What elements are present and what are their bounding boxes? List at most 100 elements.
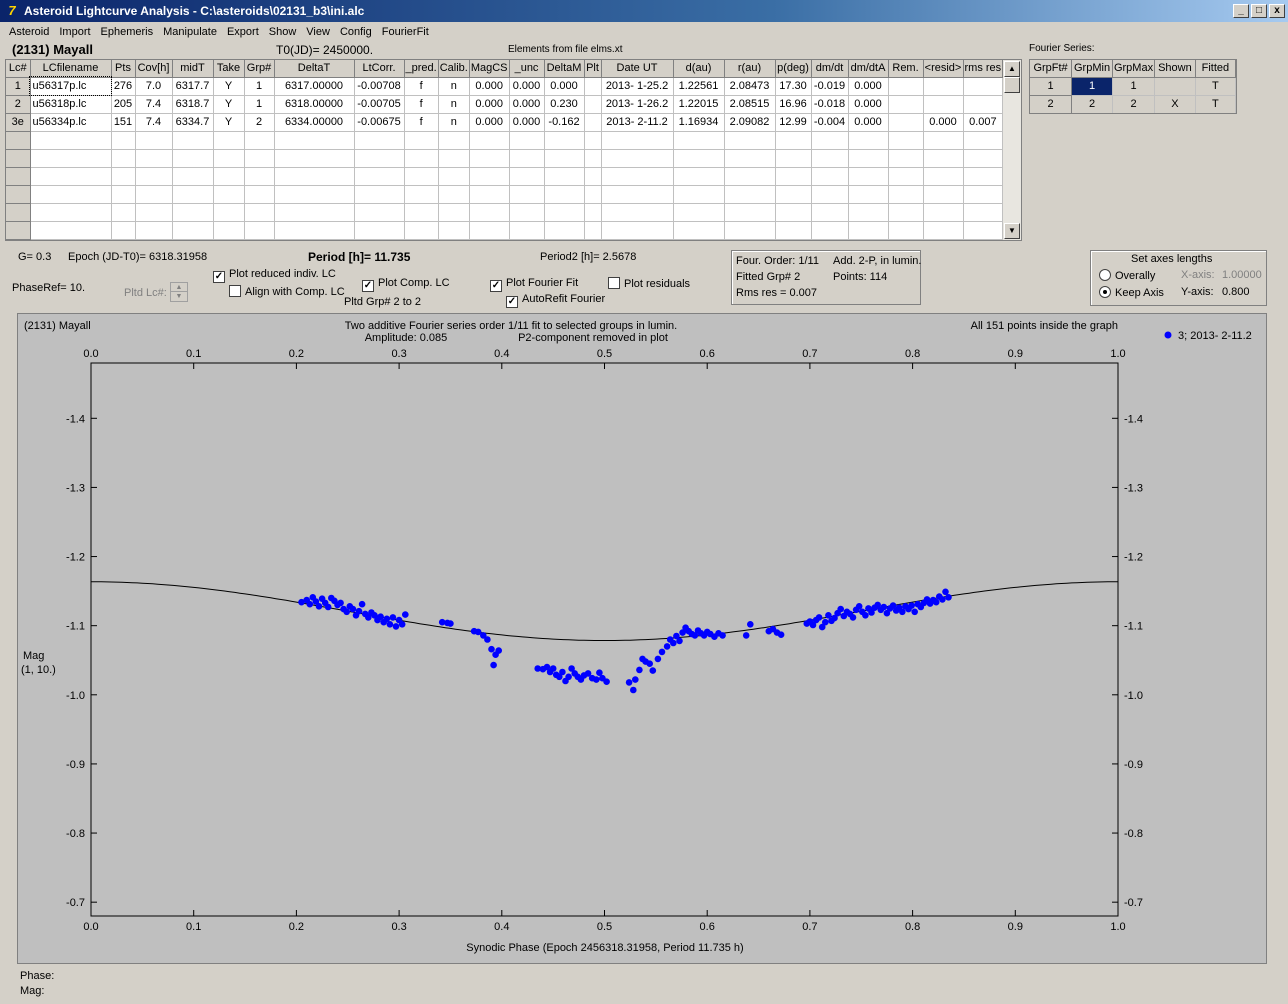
plot-reduced-checkbox[interactable]: ✓ Plot reduced indiv. LC — [213, 268, 336, 283]
table-cell[interactable]: u56318p.lc — [30, 95, 112, 114]
table-cell[interactable] — [584, 185, 602, 204]
empty-row[interactable] — [6, 185, 1004, 204]
table-cell[interactable] — [963, 167, 1004, 186]
table-cell[interactable]: 0.007 — [963, 113, 1004, 132]
table-cell[interactable]: f — [404, 77, 439, 96]
table-cell[interactable] — [30, 203, 112, 222]
table-cell[interactable] — [469, 221, 510, 240]
table-cell[interactable]: 6334.00000 — [274, 113, 355, 132]
fourier-cell[interactable] — [1154, 77, 1196, 96]
table-cell[interactable]: 6317.00000 — [274, 77, 355, 96]
fourier-cell[interactable]: T — [1195, 95, 1236, 113]
table-cell[interactable] — [888, 167, 924, 186]
table-cell[interactable] — [244, 221, 275, 240]
table-cell[interactable]: 0.000 — [923, 113, 964, 132]
column-header[interactable]: midT — [172, 60, 214, 78]
table-cell[interactable] — [888, 185, 924, 204]
table-cell[interactable] — [404, 185, 439, 204]
maximize-button[interactable]: □ — [1251, 4, 1267, 18]
table-cell[interactable]: 1.16934 — [673, 113, 725, 132]
table-cell[interactable] — [244, 203, 275, 222]
table-cell[interactable] — [354, 221, 405, 240]
table-cell[interactable] — [848, 167, 889, 186]
lightcurve-plot-panel[interactable]: (2131) Mayall Two additive Fourier serie… — [17, 313, 1267, 964]
row-header[interactable] — [6, 221, 31, 240]
table-cell[interactable] — [584, 149, 602, 168]
table-cell[interactable] — [244, 185, 275, 204]
table-cell[interactable]: 6318.00000 — [274, 95, 355, 114]
table-cell[interactable] — [963, 221, 1004, 240]
table-cell[interactable] — [848, 221, 889, 240]
table-cell[interactable] — [775, 167, 812, 186]
menu-asteroid[interactable]: Asteroid — [4, 26, 54, 38]
table-cell[interactable] — [30, 185, 112, 204]
plot-fourier-checkbox[interactable]: ✓ Plot Fourier Fit — [490, 277, 578, 292]
menu-view[interactable]: View — [301, 26, 335, 38]
table-cell[interactable] — [584, 221, 602, 240]
table-row[interactable]: 2 u56318p.lc 205 7.4 6318.7 Y 1 6318.00000 -0.00… — [6, 95, 1004, 114]
table-cell[interactable] — [404, 203, 439, 222]
table-cell[interactable] — [404, 167, 439, 186]
table-cell[interactable] — [404, 131, 439, 150]
table-cell[interactable] — [354, 131, 405, 150]
table-cell[interactable]: 1.22015 — [673, 95, 725, 114]
table-cell[interactable]: u56334p.lc — [30, 113, 112, 132]
table-cell[interactable]: 0.000 — [848, 77, 889, 96]
radio-on-icon[interactable] — [1099, 286, 1111, 298]
table-cell[interactable] — [923, 131, 964, 150]
overally-radio[interactable]: Overally — [1099, 269, 1155, 282]
table-cell[interactable]: 0.000 — [848, 113, 889, 132]
fourier-cell[interactable]: 2 — [1071, 95, 1113, 113]
table-cell[interactable] — [544, 149, 585, 168]
table-cell[interactable] — [724, 131, 776, 150]
table-cell[interactable] — [213, 221, 245, 240]
table-cell[interactable] — [923, 95, 964, 114]
table-cell[interactable]: -0.00708 — [354, 77, 405, 96]
fourier-cell[interactable]: 2 — [1112, 95, 1156, 113]
table-cell[interactable] — [673, 149, 725, 168]
table-cell[interactable] — [544, 185, 585, 204]
table-row[interactable]: 1 u56317p.lc 276 7.0 6317.7 Y 1 6317.00000 -0.00… — [6, 76, 1004, 96]
table-cell[interactable] — [601, 167, 674, 186]
table-cell[interactable] — [404, 221, 439, 240]
table-cell[interactable] — [888, 113, 924, 132]
table-cell[interactable] — [811, 149, 849, 168]
table-cell[interactable] — [673, 221, 725, 240]
table-cell[interactable]: 16.96 — [775, 95, 812, 114]
table-cell[interactable] — [811, 131, 849, 150]
row-header[interactable] — [6, 167, 31, 186]
table-cell[interactable]: 7.0 — [135, 77, 173, 96]
table-cell[interactable] — [584, 131, 602, 150]
column-header[interactable]: <resid> — [923, 60, 964, 78]
table-cell[interactable] — [673, 167, 725, 186]
table-cell[interactable]: 1.22561 — [673, 77, 725, 96]
table-cell[interactable] — [438, 203, 470, 222]
table-cell[interactable]: n — [438, 95, 470, 114]
table-cell[interactable] — [244, 167, 275, 186]
empty-row[interactable] — [6, 221, 1004, 240]
table-cell[interactable] — [274, 167, 355, 186]
table-cell[interactable] — [509, 131, 545, 150]
table-cell[interactable] — [601, 185, 674, 204]
table-cell[interactable]: 6318.7 — [172, 95, 214, 114]
fourier-cell[interactable]: T — [1195, 77, 1236, 96]
column-header[interactable]: Pts — [111, 60, 136, 78]
table-cell[interactable]: -0.019 — [811, 77, 849, 96]
table-cell[interactable] — [811, 221, 849, 240]
table-cell[interactable] — [404, 149, 439, 168]
fourier-cell[interactable]: 1 — [1112, 77, 1156, 96]
menu-config[interactable]: Config — [335, 26, 377, 38]
fourier-row[interactable]: 222XT — [1030, 95, 1236, 113]
column-header[interactable]: Calib. — [438, 60, 470, 78]
table-cell[interactable] — [213, 131, 245, 150]
align-comp-checkbox[interactable]: Align with Comp. LC — [229, 285, 345, 298]
column-header[interactable]: DeltaT — [274, 60, 355, 78]
table-cell[interactable] — [724, 185, 776, 204]
radio-off-icon[interactable] — [1099, 269, 1111, 281]
table-cell[interactable] — [354, 167, 405, 186]
row-header[interactable]: 2 — [6, 95, 31, 114]
keep-axis-radio[interactable]: Keep Axis — [1099, 286, 1164, 299]
autorefit-checkbox[interactable]: ✓ AutoRefit Fourier — [506, 293, 605, 308]
table-cell[interactable]: Y — [213, 77, 245, 96]
plot-comp-checkbox[interactable]: ✓ Plot Comp. LC — [362, 277, 450, 292]
